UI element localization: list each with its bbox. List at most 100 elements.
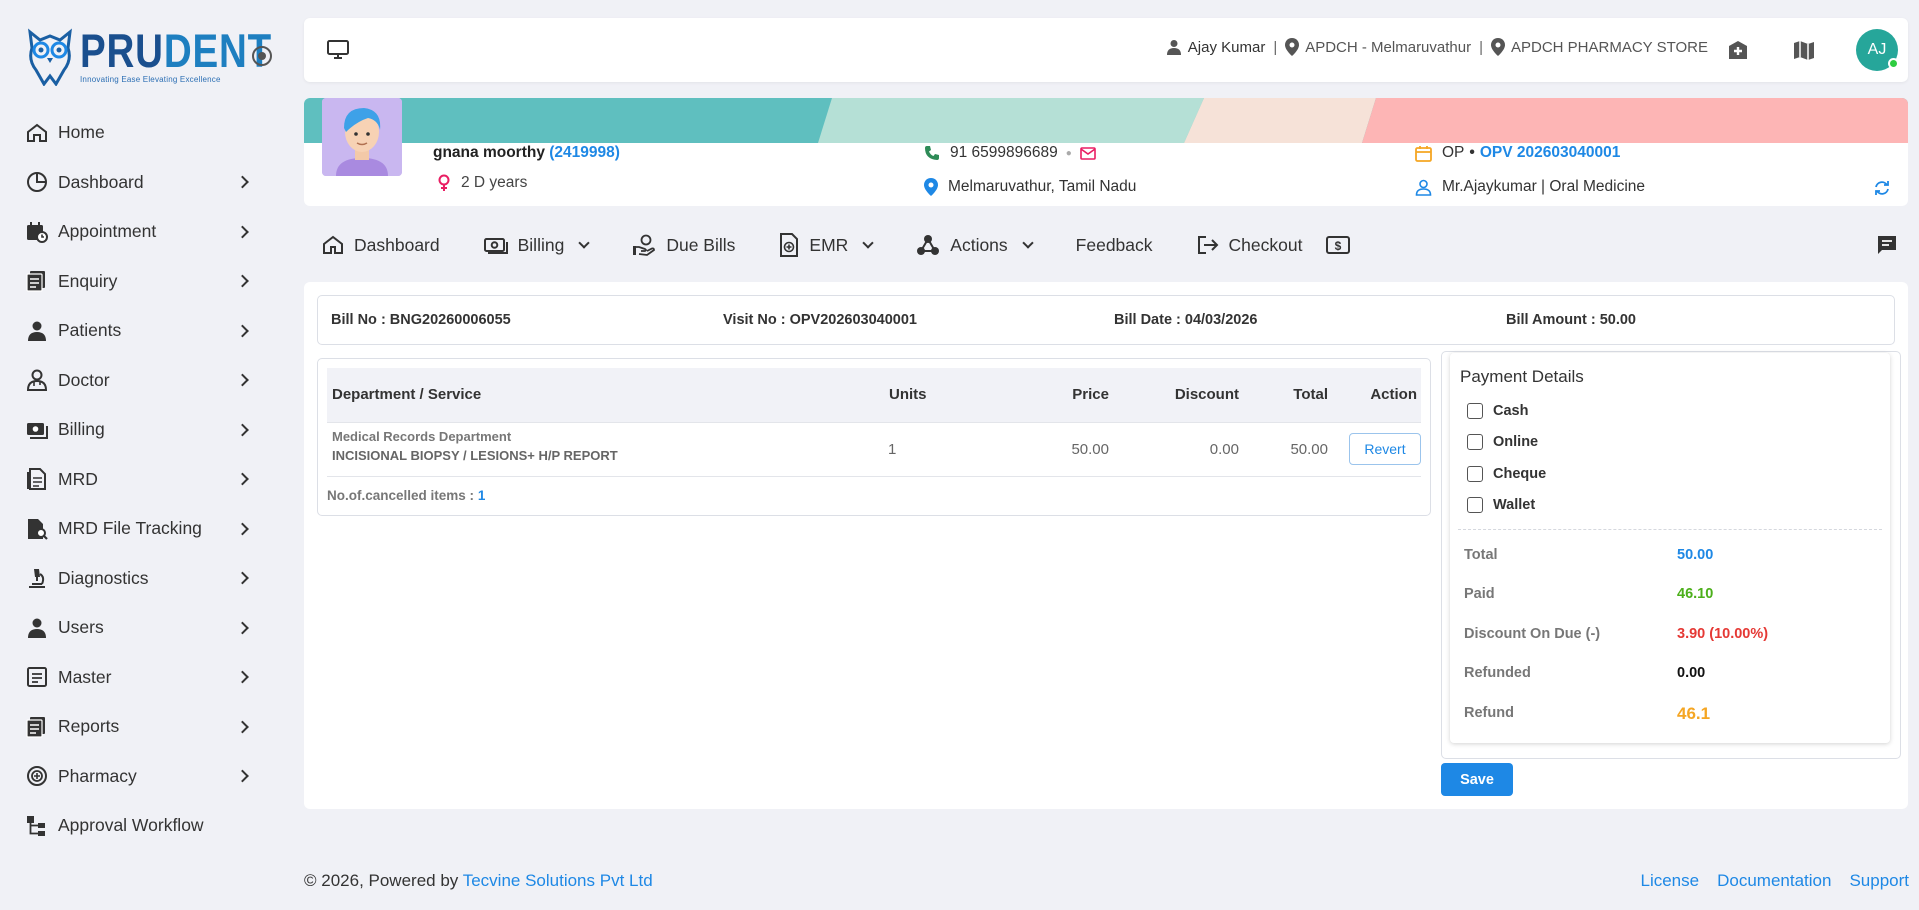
sidebar-item-label: MRD File Tracking	[58, 518, 202, 539]
banner-color-band	[304, 98, 1908, 143]
chat-icon[interactable]	[1876, 235, 1898, 255]
header-store[interactable]: APDCH PHARMACY STORE	[1491, 38, 1708, 56]
header-location[interactable]: APDCH - Melmaruvathur	[1285, 38, 1471, 56]
chevron-right-icon	[236, 769, 249, 783]
menu-due-bills[interactable]: Due Bills	[632, 234, 735, 256]
support-link[interactable]: Support	[1849, 871, 1909, 891]
menu-billing[interactable]: Billing	[483, 235, 590, 256]
sidebar-item-home[interactable]: Home	[0, 108, 285, 158]
menu-dashboard[interactable]: Dashboard	[322, 235, 440, 256]
menu-checkout-label: Checkout	[1228, 234, 1303, 255]
monitor-icon[interactable]	[326, 39, 350, 61]
phone-icon	[925, 146, 939, 160]
menu-actions[interactable]: Actions	[916, 234, 1034, 256]
payment-mode-online[interactable]: Online	[1467, 434, 1538, 450]
sidebar-item-reports[interactable]: Reports	[0, 702, 285, 752]
hand-coin-icon	[633, 234, 656, 256]
payment-details-card: Payment Details Cash Online Cheque Walle…	[1450, 353, 1890, 743]
sidebar-item-billing[interactable]: Billing	[0, 405, 285, 455]
svg-text:$: $	[1335, 239, 1342, 253]
sidebar-item-mrd[interactable]: MRD	[0, 455, 285, 505]
sidebar-item-diagnostics[interactable]: Diagnostics	[0, 554, 285, 604]
wallet-checkbox[interactable]	[1467, 497, 1483, 513]
online-checkbox[interactable]	[1467, 434, 1483, 450]
documentation-link[interactable]: Documentation	[1717, 871, 1831, 891]
cash-checkbox[interactable]	[1467, 403, 1483, 419]
menu-due-bills-label: Due Bills	[666, 234, 736, 255]
refund-label: Refund	[1464, 705, 1514, 721]
dollar-bill-icon: $	[1326, 236, 1351, 254]
refunded-value: 0.00	[1677, 665, 1706, 681]
sidebar-item-dashboard[interactable]: Dashboard	[0, 158, 285, 208]
pie-chart-icon	[26, 171, 48, 193]
sidebar-item-mrd-file-tracking[interactable]: MRD File Tracking	[0, 504, 285, 554]
cancelled-items-count[interactable]: 1	[478, 488, 486, 503]
patient-banner: gnana moorthy (2419998) 2 D years 91 659…	[304, 98, 1908, 206]
sidebar-item-appointment[interactable]: Appointment	[0, 207, 285, 257]
patient-address: Melmaruvathur, Tamil Nadu	[924, 178, 1136, 196]
license-link[interactable]: License	[1641, 871, 1700, 891]
person-icon	[1166, 40, 1181, 55]
sidebar-item-users[interactable]: Users	[0, 603, 285, 653]
row-units: 1	[888, 441, 897, 458]
chevron-right-icon	[236, 472, 249, 486]
chevron-right-icon	[236, 324, 249, 338]
patient-id[interactable]: (2419998)	[549, 144, 620, 161]
home-icon	[323, 235, 343, 254]
menu-checkout[interactable]: Checkout	[1197, 234, 1303, 256]
email-icon[interactable]	[1080, 146, 1096, 160]
sidebar-item-approval-workflow[interactable]: Approval Workflow	[0, 801, 285, 851]
cheque-checkbox[interactable]	[1467, 466, 1483, 482]
cash-icon	[483, 238, 508, 254]
sidebar-item-label: MRD	[58, 468, 98, 489]
brand-name: PRUDENT	[80, 23, 273, 77]
revert-button[interactable]: Revert	[1349, 433, 1421, 465]
menu-emr[interactable]: EMR	[779, 233, 874, 257]
menu-feedback[interactable]: Feedback	[1076, 235, 1153, 256]
sidebar-toggle-radio[interactable]	[252, 46, 272, 66]
menu-cash-button[interactable]: $	[1326, 235, 1351, 255]
summary-total: Total 50.00	[1464, 547, 1884, 563]
service-table-header: Department / Service Units Price Discoun…	[327, 368, 1421, 422]
cheque-label: Cheque	[1493, 466, 1547, 482]
save-button[interactable]: Save	[1441, 763, 1513, 796]
sidebar-item-label: Doctor	[58, 369, 110, 390]
row-total: 50.00	[1290, 441, 1328, 458]
sidebar-item-label: Pharmacy	[58, 765, 137, 786]
payment-mode-wallet[interactable]: Wallet	[1467, 497, 1535, 513]
discount-label: Discount On Due (-)	[1464, 626, 1601, 642]
chevron-right-icon	[236, 670, 249, 684]
sidebar-item-doctor[interactable]: Doctor	[0, 356, 285, 406]
sidebar-item-pharmacy[interactable]: Pharmacy	[0, 752, 285, 802]
refresh-icon[interactable]	[1874, 180, 1890, 196]
col-department-service: Department / Service	[332, 386, 482, 403]
sidebar-item-enquiry[interactable]: Enquiry	[0, 257, 285, 307]
company-link[interactable]: Tecvine Solutions Pvt Ltd	[463, 871, 653, 890]
user-icon	[26, 617, 48, 639]
patient-name-text: gnana moorthy	[433, 144, 545, 161]
location-pin-icon	[1491, 38, 1505, 56]
payment-mode-cheque[interactable]: Cheque	[1467, 466, 1546, 482]
user-avatar[interactable]: AJ	[1856, 29, 1899, 71]
patient-avatar-icon	[322, 98, 402, 176]
sidebar-item-patients[interactable]: Patients	[0, 306, 285, 356]
total-label: Total	[1464, 547, 1498, 563]
chevron-right-icon	[236, 225, 249, 239]
payment-mode-cash[interactable]: Cash	[1467, 403, 1528, 419]
visit-number[interactable]: OPV 202603040001	[1480, 144, 1620, 162]
hospital-add-icon[interactable]	[1726, 38, 1750, 62]
cancelled-items-label: No.of.cancelled items :	[327, 488, 475, 503]
map-icon[interactable]	[1792, 38, 1816, 62]
sidebar-item-label: Home	[58, 122, 105, 143]
menu-actions-label: Actions	[950, 234, 1008, 255]
online-status-dot	[1888, 58, 1899, 69]
patient-photo	[322, 98, 402, 176]
sidebar-item-master[interactable]: Master	[0, 653, 285, 703]
bill-date: Bill Date : 04/03/2026	[1114, 312, 1258, 328]
header-location-label: APDCH - Melmaruvathur	[1305, 38, 1472, 56]
discount-value: 3.90 (10.00%)	[1677, 626, 1769, 642]
divider	[1458, 529, 1882, 530]
paid-value: 46.10	[1677, 586, 1714, 602]
header-user[interactable]: Ajay Kumar	[1166, 39, 1265, 56]
report-icon	[26, 716, 48, 738]
